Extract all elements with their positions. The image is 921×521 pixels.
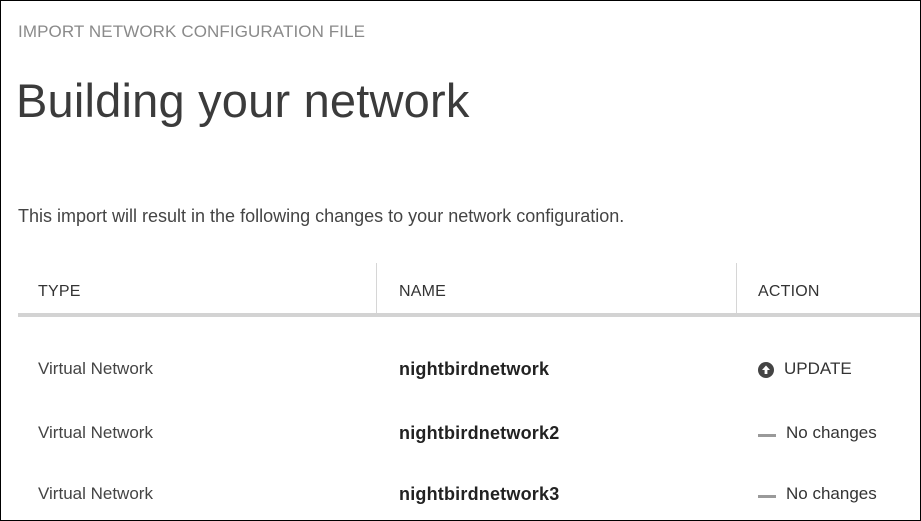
row-name: nightbirdnetwork3 [399,484,560,504]
row-action: UPDATE [758,359,852,379]
import-dialog: IMPORT NETWORK CONFIGURATION FILE Buildi… [0,0,921,521]
row-name: nightbirdnetwork2 [399,423,560,443]
row-action: No changes [758,484,877,504]
column-divider [736,263,737,315]
row-name: nightbirdnetwork [399,359,550,379]
header-divider [18,313,920,317]
row-type: Virtual Network [38,359,153,378]
row-action-label: UPDATE [784,359,852,378]
table-row[interactable]: Virtual Network nightbirdnetwork UPDATE [18,355,920,385]
row-action-label: No changes [786,484,877,503]
column-header-type[interactable]: TYPE [38,283,81,301]
row-type: Virtual Network [38,484,153,503]
table-header: TYPE NAME ACTION [18,263,920,315]
row-type: Virtual Network [38,423,153,442]
row-action-label: No changes [786,423,877,442]
row-action: No changes [758,423,877,443]
column-header-action[interactable]: ACTION [758,283,820,301]
table-row[interactable]: Virtual Network nightbirdnetwork2 No cha… [18,419,920,449]
dialog-description: This import will result in the following… [18,206,625,226]
column-divider [376,263,377,315]
page-title: Building your network [16,74,470,127]
dash-icon [758,433,776,437]
column-header-name[interactable]: NAME [399,283,446,301]
dialog-eyebrow: IMPORT NETWORK CONFIGURATION FILE [18,22,366,41]
table-row[interactable]: Virtual Network nightbirdnetwork3 No cha… [18,480,920,510]
update-arrow-up-icon [758,362,774,378]
dash-icon [758,494,776,498]
